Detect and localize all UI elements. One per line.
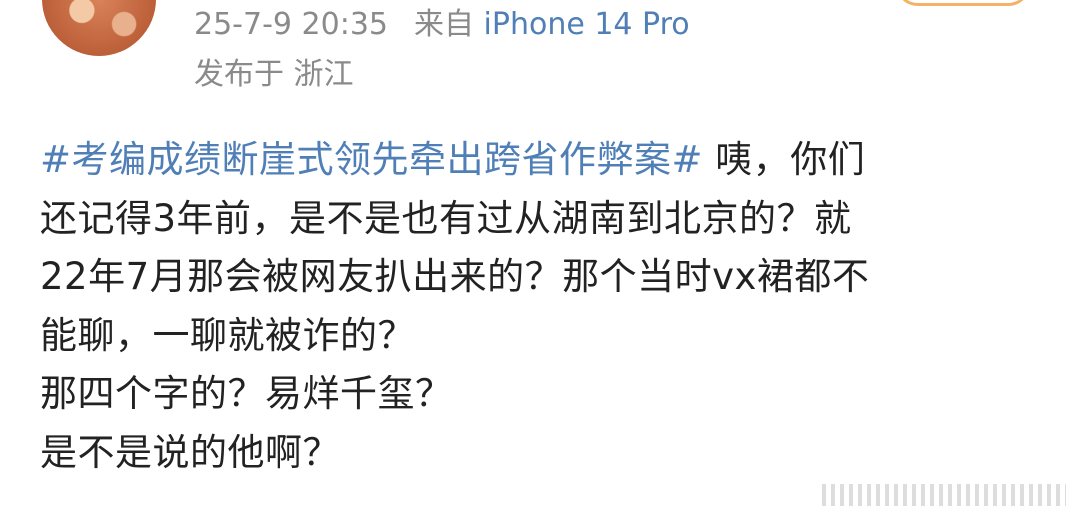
avatar[interactable] <box>42 0 156 56</box>
post-line-3: 22年7月那会被网友扒出来的？那个当时vx裙都不 <box>40 255 870 298</box>
post-location: 发布于 浙江 <box>194 57 354 92</box>
post-line-2: 还记得3年前，是不是也有过从湖南到北京的？就 <box>40 196 852 240</box>
source-prefix: 来自 <box>414 7 474 42</box>
post-timestamp: 25-7-9 20:35 <box>194 7 388 42</box>
post-line-1: #考编成绩断崖式领先牵出跨省作弊案# 咦，你们 <box>40 131 1050 190</box>
topic-hashtag-link[interactable]: #考编成绩断崖式领先牵出跨省作弊案# <box>40 138 703 181</box>
device-link[interactable]: iPhone 14 Pro <box>484 7 690 42</box>
post-line-6: 是不是说的他啊？ <box>40 430 340 474</box>
post-line-4: 能聊，一聊就被诈的？ <box>40 313 415 357</box>
post-line-5: 那四个字的？易烊千玺？ <box>40 372 453 415</box>
watermark-decoration <box>822 484 1066 506</box>
post-body: #考编成绩断崖式领先牵出跨省作弊案# 咦，你们 还记得3年前，是不是也有过从湖南… <box>40 131 1050 482</box>
follow-button[interactable] <box>895 0 1031 6</box>
post-meta: 25-7-9 20:35 来自 iPhone 14 Pro <box>194 10 690 40</box>
post-text-segment: 咦，你们 <box>703 138 866 181</box>
